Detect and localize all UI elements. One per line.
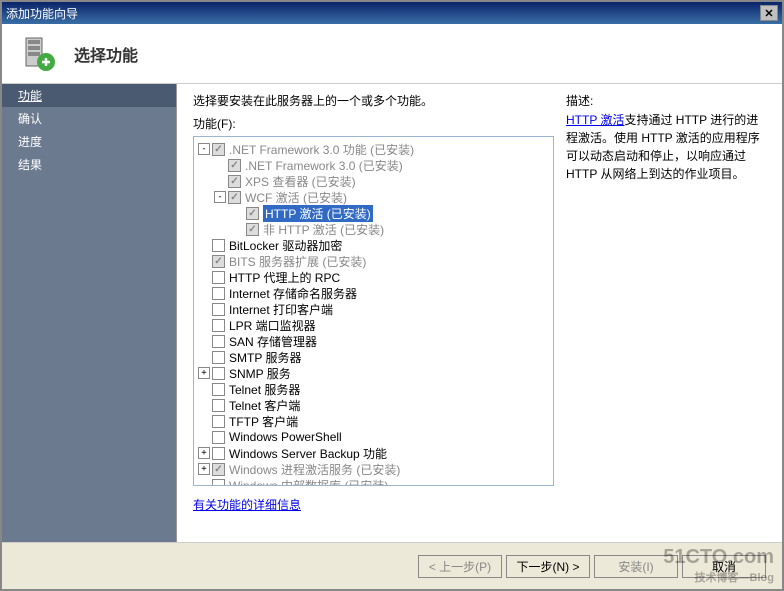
feature-checkbox [246,207,259,220]
tree-row: + SNMP 服务 [196,365,551,381]
sidebar-item-3[interactable]: 结果 [2,153,176,176]
feature-label[interactable]: Windows 内部数据库 (已安装) [229,477,388,487]
tree-row: Telnet 服务器 [196,381,551,397]
collapse-icon[interactable]: - [214,191,226,203]
expand-icon[interactable]: + [198,447,210,459]
tree-row: TFTP 客户端 [196,413,551,429]
feature-checkbox[interactable] [212,335,225,348]
feature-checkbox[interactable] [212,367,225,380]
feature-label[interactable]: SMTP 服务器 [229,349,301,366]
expand-icon[interactable]: + [198,463,210,475]
feature-label[interactable]: 非 HTTP 激活 (已安装) [263,221,384,238]
feature-label[interactable]: .NET Framework 3.0 (已安装) [245,157,403,174]
feature-checkbox [212,463,225,476]
description-link[interactable]: HTTP 激活 [566,113,624,127]
sidebar-item-2[interactable]: 进度 [2,130,176,153]
feature-checkbox[interactable] [212,239,225,252]
feature-checkbox[interactable] [212,415,225,428]
tree-row: + Windows Server Backup 功能 [196,445,551,461]
server-icon [18,34,58,74]
feature-label[interactable]: HTTP 代理上的 RPC [229,269,340,286]
tree-row: LPR 端口监视器 [196,317,551,333]
feature-label[interactable]: WCF 激活 (已安装) [245,189,347,206]
tree-row: Internet 存储命名服务器 [196,285,551,301]
next-button[interactable]: 下一步(N) > [506,555,590,578]
feature-label[interactable]: HTTP 激活 (已安装) [263,205,373,222]
feature-label[interactable]: BitLocker 驱动器加密 [229,237,342,254]
cancel-button[interactable]: 取消 [682,555,766,578]
feature-label[interactable]: Windows PowerShell [229,430,342,444]
features-label: 功能(F): [193,115,554,132]
feature-checkbox[interactable] [212,383,225,396]
sidebar: 功能确认进度结果 [2,84,177,542]
feature-label[interactable]: XPS 查看器 (已安装) [245,173,356,190]
wizard-window: 添加功能向导 ✕ 选择功能 功能确认进度结果 选择要安装在此服务器上的一个或多个… [0,0,784,591]
instruction-text: 选择要安装在此服务器上的一个或多个功能。 [193,92,554,109]
prev-button[interactable]: < 上一步(P) [418,555,502,578]
window-title: 添加功能向导 [6,5,78,22]
feature-checkbox [228,175,241,188]
feature-checkbox[interactable] [212,287,225,300]
content-area: 功能确认进度结果 选择要安装在此服务器上的一个或多个功能。 功能(F): - .N… [2,84,782,543]
feature-checkbox[interactable] [212,271,225,284]
feature-checkbox[interactable] [212,399,225,412]
feature-label[interactable]: Internet 存储命名服务器 [229,285,357,302]
close-button[interactable]: ✕ [760,5,778,21]
sidebar-item-1[interactable]: 确认 [2,107,176,130]
feature-label[interactable]: .NET Framework 3.0 功能 (已安装) [229,141,414,158]
tree-row: Windows PowerShell [196,429,551,445]
install-button[interactable]: 安装(I) [594,555,678,578]
tree-row: SAN 存储管理器 [196,333,551,349]
feature-checkbox [246,223,259,236]
expand-icon[interactable]: + [198,367,210,379]
tree-row: BITS 服务器扩展 (已安装) [196,253,551,269]
feature-checkbox [228,159,241,172]
feature-checkbox [228,191,241,204]
feature-checkbox[interactable] [212,303,225,316]
feature-label[interactable]: LPR 端口监视器 [229,317,316,334]
feature-label[interactable]: Windows Server Backup 功能 [229,445,387,462]
tree-row: Telnet 客户端 [196,397,551,413]
tree-row: Internet 打印客户端 [196,301,551,317]
features-tree[interactable]: - .NET Framework 3.0 功能 (已安装).NET Framewo… [193,136,554,486]
feature-checkbox[interactable] [212,351,225,364]
feature-checkbox[interactable] [212,319,225,332]
tree-row: BitLocker 驱动器加密 [196,237,551,253]
feature-label[interactable]: TFTP 客户端 [229,413,298,430]
feature-checkbox[interactable] [212,479,225,487]
page-title: 选择功能 [74,42,138,66]
feature-checkbox [212,143,225,156]
feature-label[interactable]: SNMP 服务 [229,365,291,382]
feature-label[interactable]: BITS 服务器扩展 (已安装) [229,253,366,270]
tree-row: + Windows 进程激活服务 (已安装) [196,461,551,477]
feature-label[interactable]: Telnet 客户端 [229,397,300,414]
titlebar: 添加功能向导 ✕ [2,2,782,24]
feature-label[interactable]: Telnet 服务器 [229,381,300,398]
tree-row: HTTP 激活 (已安装) [196,205,551,221]
feature-checkbox [212,255,225,268]
feature-checkbox[interactable] [212,447,225,460]
tree-row: XPS 查看器 (已安装) [196,173,551,189]
feature-label[interactable]: Internet 打印客户端 [229,301,333,318]
description-title: 描述: [566,92,766,109]
feature-label[interactable]: SAN 存储管理器 [229,333,317,350]
footer: < 上一步(P) 下一步(N) > 安装(I) 取消 51CTO.com 技术博… [2,543,782,589]
description-panel: 描述: HTTP 激活支持通过 HTTP 进行的进程激活。使用 HTTP 激活的… [566,92,766,534]
feature-label[interactable]: Windows 进程激活服务 (已安装) [229,461,400,478]
description-text: HTTP 激活支持通过 HTTP 进行的进程激活。使用 HTTP 激活的应用程序… [566,111,766,183]
tree-row: - WCF 激活 (已安装) [196,189,551,205]
features-panel: 选择要安装在此服务器上的一个或多个功能。 功能(F): - .NET Framew… [193,92,554,534]
feature-checkbox[interactable] [212,431,225,444]
tree-row: .NET Framework 3.0 (已安装) [196,157,551,173]
more-info-link[interactable]: 有关功能的详细信息 [193,496,554,513]
tree-row: - .NET Framework 3.0 功能 (已安装) [196,141,551,157]
tree-row: Windows 内部数据库 (已安装) [196,477,551,486]
tree-row: 非 HTTP 激活 (已安装) [196,221,551,237]
sidebar-item-0[interactable]: 功能 [2,84,176,107]
main-panel: 选择要安装在此服务器上的一个或多个功能。 功能(F): - .NET Framew… [177,84,782,542]
tree-row: HTTP 代理上的 RPC [196,269,551,285]
tree-row: SMTP 服务器 [196,349,551,365]
collapse-icon[interactable]: - [198,143,210,155]
wizard-header: 选择功能 [2,24,782,84]
